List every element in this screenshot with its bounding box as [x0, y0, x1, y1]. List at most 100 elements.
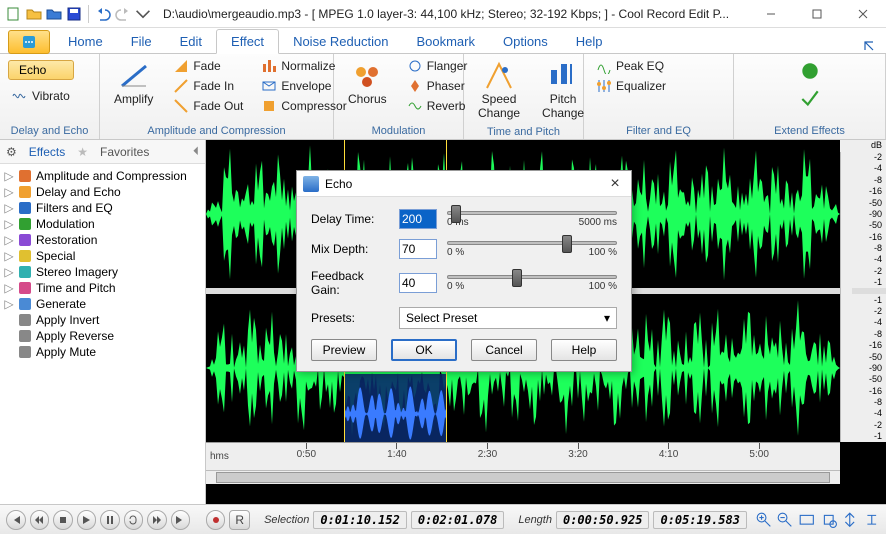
help-icon[interactable]: [862, 39, 876, 53]
ok-button[interactable]: OK: [391, 339, 457, 361]
stop-button[interactable]: [53, 510, 73, 530]
feedback-gain-slider[interactable]: [447, 275, 617, 279]
tab-help[interactable]: Help: [562, 30, 617, 53]
echo-button[interactable]: Echo: [8, 60, 74, 80]
vibrato-icon: [12, 88, 28, 104]
tab-file[interactable]: File: [117, 30, 166, 53]
effects-tree[interactable]: ▷Amplitude and Compression▷Delay and Ech…: [0, 164, 205, 504]
presets-select[interactable]: Select Preset▾: [399, 307, 617, 329]
tree-item[interactable]: Apply Reverse: [2, 328, 203, 344]
pitch-change-button[interactable]: Pitch Change: [536, 56, 590, 124]
equalizer-button[interactable]: Equalizer: [592, 76, 670, 96]
tree-item[interactable]: ▷Restoration: [2, 232, 203, 248]
sidebar-tab-favorites[interactable]: Favorites: [100, 145, 149, 159]
tab-options[interactable]: Options: [489, 30, 562, 53]
tab-effect[interactable]: Effect: [216, 29, 279, 54]
chorus-button[interactable]: Chorus: [342, 56, 393, 110]
pause-button[interactable]: [100, 510, 120, 530]
tree-item[interactable]: ▷Delay and Echo: [2, 184, 203, 200]
minimize-button[interactable]: [748, 0, 794, 28]
expand-icon[interactable]: ▷: [4, 185, 14, 199]
tree-item[interactable]: ▷Amplitude and Compression: [2, 168, 203, 184]
expand-icon[interactable]: ▷: [4, 201, 14, 215]
expand-icon[interactable]: ▷: [4, 297, 14, 311]
tree-item[interactable]: ▷Stereo Imagery: [2, 264, 203, 280]
undo-icon[interactable]: [95, 6, 111, 22]
time-ruler[interactable]: hms 0:501:402:303:204:105:00: [206, 442, 840, 470]
vertical-scrollbar[interactable]: [840, 140, 852, 442]
close-button[interactable]: [840, 0, 886, 28]
extend-2-icon[interactable]: [799, 88, 821, 110]
record-toggle-button[interactable]: R: [229, 510, 250, 530]
expand-icon[interactable]: ▷: [4, 169, 14, 183]
tree-item[interactable]: ▷Generate: [2, 296, 203, 312]
zoom-out-h-icon[interactable]: [776, 511, 794, 529]
tree-item[interactable]: Apply Invert: [2, 312, 203, 328]
vibrato-button[interactable]: Vibrato: [8, 86, 74, 106]
zoom-fit-icon[interactable]: [798, 511, 816, 529]
cancel-button[interactable]: Cancel: [471, 339, 537, 361]
sidebar-tab-favorites-icon[interactable]: ★: [77, 145, 88, 159]
preview-button[interactable]: Preview: [311, 339, 377, 361]
speed-change-button[interactable]: Speed Change: [472, 56, 526, 124]
mix-depth-input[interactable]: [399, 239, 437, 259]
expand-icon[interactable]: ▷: [4, 249, 14, 263]
redo-icon[interactable]: [115, 6, 131, 22]
save-icon[interactable]: [66, 6, 82, 22]
zoom-in-v-icon[interactable]: [841, 511, 859, 529]
delay-time-slider[interactable]: [447, 211, 617, 215]
loop-button[interactable]: [124, 510, 144, 530]
expand-icon[interactable]: ▷: [4, 233, 14, 247]
tree-item[interactable]: ▷Filters and EQ: [2, 200, 203, 216]
zoom-sel-icon[interactable]: [820, 511, 838, 529]
sidebar-tab-effects[interactable]: Effects: [29, 145, 65, 159]
amplify-button[interactable]: Amplify: [108, 56, 159, 110]
fadein-button[interactable]: Fade In: [169, 76, 247, 96]
expand-icon[interactable]: ▷: [4, 217, 14, 231]
tab-noise-reduction[interactable]: Noise Reduction: [279, 30, 402, 53]
delay-time-input[interactable]: [399, 209, 437, 229]
qat-dropdown-icon[interactable]: [135, 6, 151, 22]
horizontal-scrollbar[interactable]: [206, 470, 840, 484]
help-button[interactable]: Help: [551, 339, 617, 361]
tree-item[interactable]: ▷Special: [2, 248, 203, 264]
play-button[interactable]: [77, 510, 97, 530]
fb-min-label: 0 %: [447, 281, 464, 292]
record-button[interactable]: [206, 510, 226, 530]
rewind-button[interactable]: [30, 510, 50, 530]
tab-home[interactable]: Home: [54, 30, 117, 53]
tree-item[interactable]: ▷Modulation: [2, 216, 203, 232]
dialog-titlebar[interactable]: Echo ×: [297, 171, 631, 197]
zoom-in-h-icon[interactable]: [755, 511, 773, 529]
flanger-button[interactable]: Flanger: [403, 56, 472, 76]
forward-button[interactable]: [147, 510, 167, 530]
sidebar-tab-effects-icon[interactable]: ⚙: [6, 145, 17, 159]
feedback-gain-input[interactable]: [399, 273, 437, 293]
fadeout-button[interactable]: Fade Out: [169, 96, 247, 116]
zoom-out-v-icon[interactable]: [863, 511, 881, 529]
expand-icon[interactable]: ▷: [4, 265, 14, 279]
sidebar-collapse-icon[interactable]: ⏴: [193, 144, 199, 159]
tab-edit[interactable]: Edit: [166, 30, 216, 53]
extend-1-icon[interactable]: [799, 60, 821, 82]
import-icon[interactable]: [46, 6, 62, 22]
mix-depth-label: Mix Depth:: [311, 242, 389, 256]
skip-end-button[interactable]: [171, 510, 191, 530]
app-menu-button[interactable]: [8, 30, 50, 54]
delay-time-label: Delay Time:: [311, 212, 389, 226]
tree-item[interactable]: Apply Mute: [2, 344, 203, 360]
mix-depth-slider[interactable]: [447, 241, 617, 245]
skip-start-button[interactable]: [6, 510, 26, 530]
tab-bookmark[interactable]: Bookmark: [402, 30, 489, 53]
new-icon[interactable]: [6, 6, 22, 22]
reverb-button[interactable]: Reverb: [403, 96, 472, 116]
dialog-close-button[interactable]: ×: [605, 175, 625, 193]
fade-button[interactable]: Fade: [169, 56, 247, 76]
expand-icon[interactable]: ▷: [4, 281, 14, 295]
pitch-icon: [547, 60, 579, 92]
open-icon[interactable]: [26, 6, 42, 22]
peakeq-button[interactable]: Peak EQ: [592, 56, 670, 76]
maximize-button[interactable]: [794, 0, 840, 28]
tree-item[interactable]: ▷Time and Pitch: [2, 280, 203, 296]
phaser-button[interactable]: Phaser: [403, 76, 472, 96]
